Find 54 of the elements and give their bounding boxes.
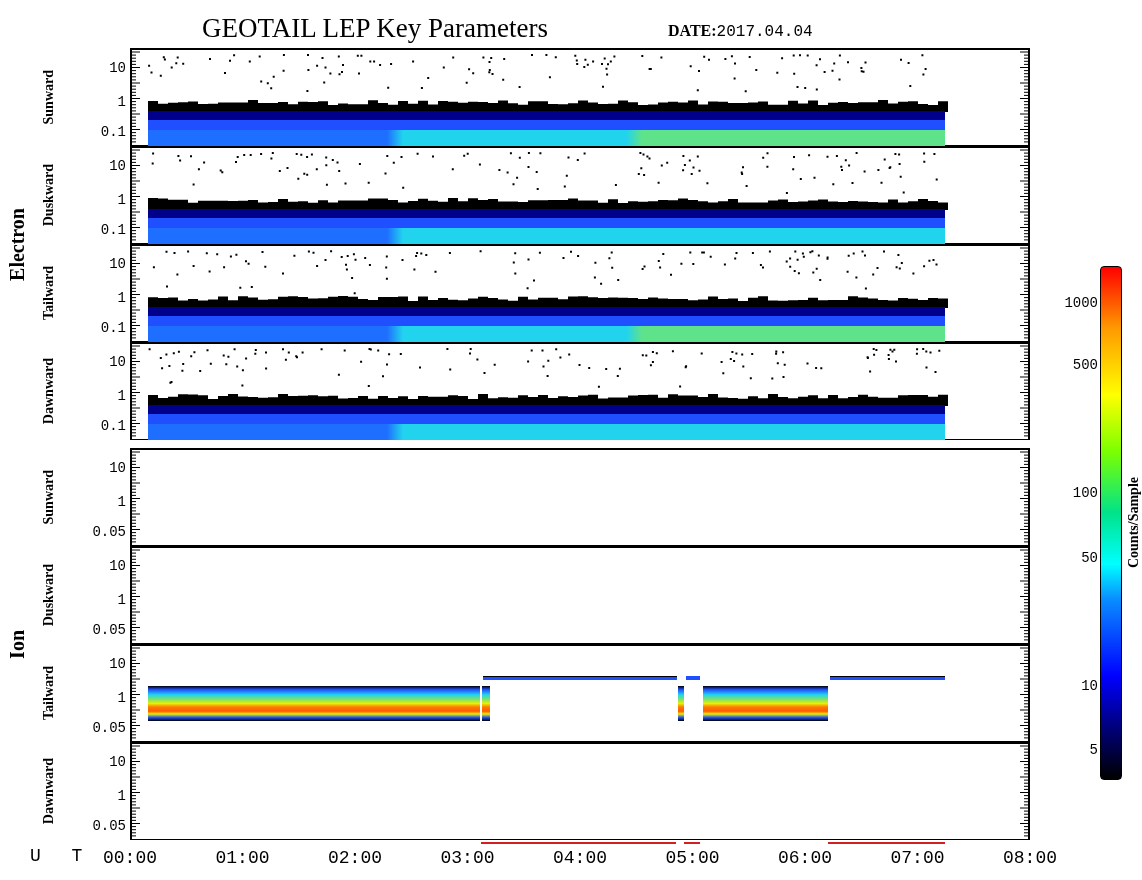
y-tick-label: 10 (109, 656, 126, 672)
y-tick-label: 0.05 (92, 524, 126, 540)
direction-label: Duskward (39, 563, 57, 627)
direction-label: Dawnward (39, 757, 57, 825)
y-tick-label: 1 (117, 788, 126, 804)
y-tick-label: 1 (117, 494, 126, 510)
direction-label: Duskward (39, 163, 57, 227)
y-tick-label: 10 (109, 754, 126, 770)
direction-label: Sunward (39, 469, 57, 525)
direction-label: Tailward (39, 266, 57, 320)
date-label: DATE: (668, 21, 717, 41)
y-tick-label: 10 (109, 256, 126, 272)
species-label: Ion (5, 629, 29, 659)
chart-title: GEOTAIL LEP Key Parameters (202, 12, 548, 44)
colorbar-tick-label: 50 (1081, 550, 1098, 566)
y-tick-label: 0.05 (92, 622, 126, 638)
colorbar-tick-label: 5 (1089, 742, 1098, 758)
y-tick-label: 10 (109, 158, 126, 174)
y-tick-label: 0.1 (100, 418, 126, 434)
x-axis-label: U T (30, 844, 93, 868)
colorbar-tick-label: 10 (1081, 678, 1098, 694)
y-tick-label: 1 (117, 592, 126, 608)
x-tick-label: 00:00 (102, 848, 158, 868)
y-tick-label: 0.05 (92, 818, 126, 834)
y-tick-label: 1 (117, 290, 126, 306)
colorbar-title: Counts/Sample (1124, 477, 1142, 569)
x-tick-label: 06:00 (777, 848, 833, 868)
y-tick-label: 0.1 (100, 222, 126, 238)
y-tick-label: 10 (109, 354, 126, 370)
x-tick-label: 03:00 (439, 848, 496, 868)
direction-label: Tailward (39, 666, 57, 720)
direction-label: Dawnward (39, 357, 57, 425)
x-tick-label: 02:00 (327, 848, 383, 868)
y-tick-label: 10 (109, 558, 126, 574)
y-tick-label: 0.1 (100, 124, 126, 140)
colorbar-tick-label: 500 (1072, 357, 1098, 373)
direction-label: Sunward (39, 69, 57, 125)
y-tick-label: 10 (109, 60, 126, 76)
y-tick-label: 1 (117, 388, 126, 404)
y-tick-label: 0.05 (92, 720, 126, 736)
colorbar-tick-label: 100 (1072, 485, 1098, 501)
x-tick-label: 07:00 (889, 848, 946, 868)
y-tick-label: 0.1 (100, 320, 126, 336)
colorbar-tick-label: 1000 (1064, 295, 1098, 311)
x-tick-label: 05:00 (664, 848, 721, 868)
x-tick-label: 08:00 (1002, 848, 1058, 868)
y-tick-label: 10 (109, 460, 126, 476)
y-tick-label: 1 (117, 690, 126, 706)
y-tick-label: 1 (117, 94, 126, 110)
species-label: Electron (5, 207, 29, 281)
date-value: 2017.04.04 (716, 22, 813, 43)
x-tick-label: 01:00 (214, 848, 271, 868)
y-tick-label: 1 (117, 192, 126, 208)
x-tick-label: 04:00 (552, 848, 608, 868)
